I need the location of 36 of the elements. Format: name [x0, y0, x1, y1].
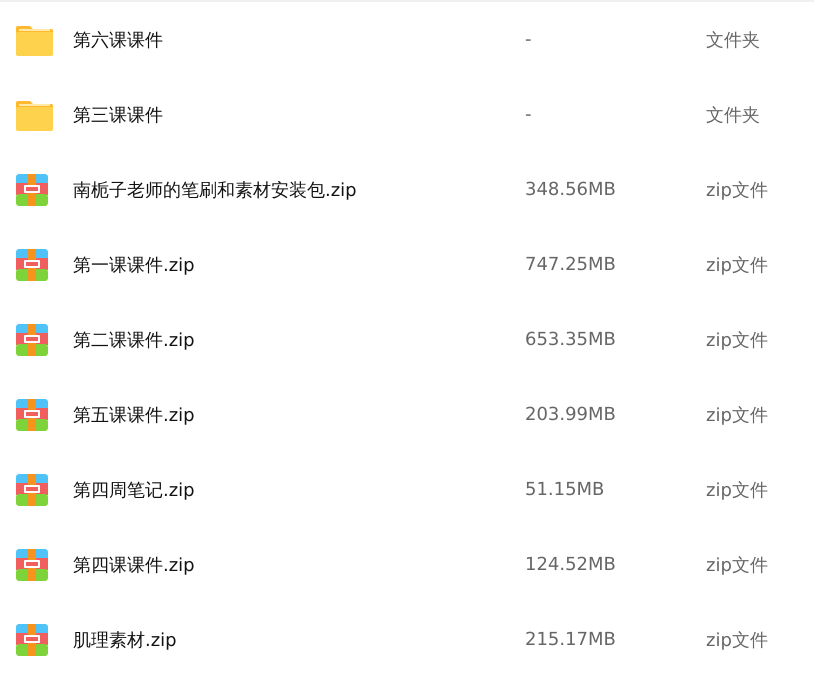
file-type: zip文件: [706, 404, 768, 426]
file-size: 215.17MB: [525, 629, 617, 650]
archive-icon: [16, 174, 48, 206]
file-size: 348.56MB: [525, 179, 617, 200]
file-name[interactable]: 第五课课件.zip: [73, 402, 525, 426]
folder-icon: [16, 98, 53, 130]
file-size: 124.52MB: [525, 554, 617, 575]
file-type: zip文件: [706, 554, 768, 576]
file-name[interactable]: 第六课课件: [73, 28, 525, 52]
file-name[interactable]: 肌理素材.zip: [73, 628, 525, 652]
archive-icon: [16, 548, 48, 580]
archive-icon: [16, 474, 48, 506]
file-name[interactable]: 第一课课件.zip: [73, 252, 525, 276]
file-name[interactable]: 第二课课件.zip: [73, 328, 525, 352]
file-type: zip文件: [706, 328, 768, 352]
file-size: 51.15MB: [525, 479, 606, 500]
file-size: 653.35MB: [525, 329, 617, 350]
file-name[interactable]: 第三课课件: [73, 102, 525, 126]
file-type: 文件夹: [706, 28, 760, 52]
file-name[interactable]: 南栀子老师的笔刷和素材安装包.zip: [73, 178, 525, 202]
file-type: zip文件: [706, 178, 768, 202]
file-type: 文件夹: [706, 104, 760, 126]
file-type: zip文件: [706, 628, 768, 652]
archive-icon: [16, 398, 48, 430]
file-name[interactable]: 第四课课件.zip: [73, 552, 525, 576]
folder-icon: [16, 24, 53, 56]
file-size: -: [525, 29, 532, 50]
archive-icon: [16, 248, 48, 280]
archive-icon: [16, 324, 48, 356]
file-size: 747.25MB: [525, 254, 617, 275]
file-type: zip文件: [706, 478, 768, 502]
file-size: 203.99MB: [525, 404, 617, 425]
file-name[interactable]: 第四周笔记.zip: [73, 478, 525, 502]
file-type: zip文件: [706, 254, 768, 276]
file-size: -: [525, 104, 532, 125]
archive-icon: [16, 624, 48, 656]
